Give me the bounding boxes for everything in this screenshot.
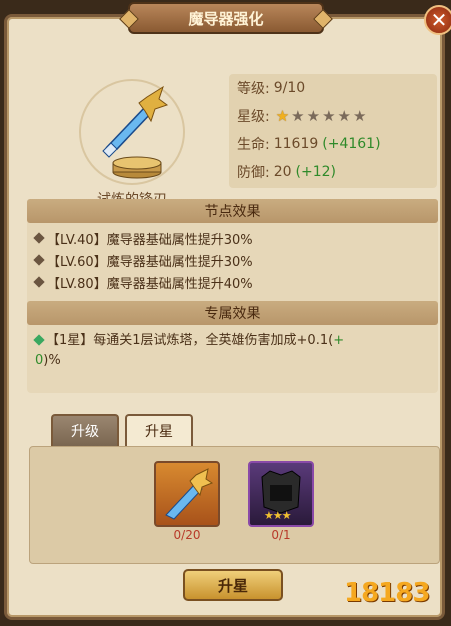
node-effects-header: 节点效果 [27, 199, 438, 223]
green-diamond-icon [33, 334, 45, 346]
material-count: 0/20 [173, 528, 201, 542]
watermark-logo: 18183 [344, 578, 430, 608]
page-title: 魔导器强化 [188, 9, 264, 28]
star-rating: ★ ★ ★ ★ ★ ★ [275, 106, 367, 125]
hp-value: 11619 [273, 136, 319, 152]
star-label: 星级: [237, 109, 270, 125]
material-count: 0/1 [271, 528, 291, 542]
node-effect-line: 【LV.80】魔导器基础属性提升40% [27, 271, 438, 293]
blade-material-icon [165, 468, 214, 520]
exclusive-effects-header: 专属效果 [27, 301, 438, 325]
exclusive-effects-section: 专属效果 【1星】每通关1层试炼塔，全英雄伤害加成+0.1(+ 0)% [27, 301, 438, 393]
tab-upgrade[interactable]: 升级 [51, 414, 119, 446]
def-value: 20 [273, 164, 292, 180]
node-effect-line: 【LV.40】魔导器基础属性提升30% [27, 227, 438, 249]
material-helmet-slot[interactable]: ★★★ [248, 461, 314, 527]
star-filled-icon: ★ [264, 509, 274, 522]
star-empty-icon: ★ [306, 106, 321, 125]
star-filled-icon: ★ [281, 509, 292, 522]
node-effects-section: 节点效果 【LV.40】魔导器基础属性提升30% 【LV.60】魔导器基础属性提… [27, 199, 438, 311]
star-empty-icon: ★ [291, 106, 305, 125]
star-filled-icon: ★ [275, 106, 290, 125]
tab-upstar[interactable]: 升星 [125, 414, 193, 446]
star-row: 星级: ★ ★ ★ ★ ★ ★ [229, 102, 437, 130]
diamond-bullet-icon [33, 232, 45, 244]
materials-panel: 0/20 ★★★ 0/1 [29, 446, 440, 564]
artifact-display [67, 77, 197, 187]
hp-bonus: (+4161) [322, 136, 381, 152]
star-empty-icon: ★ [337, 106, 351, 125]
close-button[interactable]: ✕ [424, 5, 451, 35]
stats-panel: 等级: 9/10 星级: ★ ★ ★ ★ ★ ★ 生命: 11619 (+4161) 防御… [229, 74, 437, 188]
upstar-button[interactable]: 升星 [183, 569, 283, 601]
node-effect-line: 【LV.60】魔导器基础属性提升30% [27, 249, 438, 271]
diamond-bullet-icon [33, 254, 45, 266]
star-empty-icon: ★ [322, 106, 336, 125]
def-row: 防御: 20 (+12) [229, 158, 437, 186]
hp-row: 生命: 11619 (+4161) [229, 130, 437, 158]
level-label: 等级: [237, 81, 270, 97]
exclusive-effect-text: 【1星】每通关1层试炼塔，全英雄伤害加成+0.1(+ 0)% [33, 333, 345, 368]
def-bonus: (+12) [295, 164, 337, 180]
level-value: 9/10 [273, 80, 306, 96]
level-row: 等级: 9/10 [229, 74, 437, 102]
star-empty-icon: ★ [352, 106, 367, 125]
material-artifact-slot[interactable] [154, 461, 220, 527]
material-star-rating: ★★★ [264, 509, 292, 522]
dialog-frame: 试炼的锋刃 等级: 9/10 星级: ★★★★★★ 生命: 11619 (+41… [4, 14, 445, 620]
hp-label: 生命: [237, 137, 270, 153]
artifact-blade-icon [79, 79, 185, 185]
star-filled-icon: ★ [272, 509, 283, 522]
diamond-bullet-icon [33, 276, 45, 288]
def-label: 防御: [237, 165, 270, 181]
title-banner: 魔导器强化 [119, 2, 333, 34]
